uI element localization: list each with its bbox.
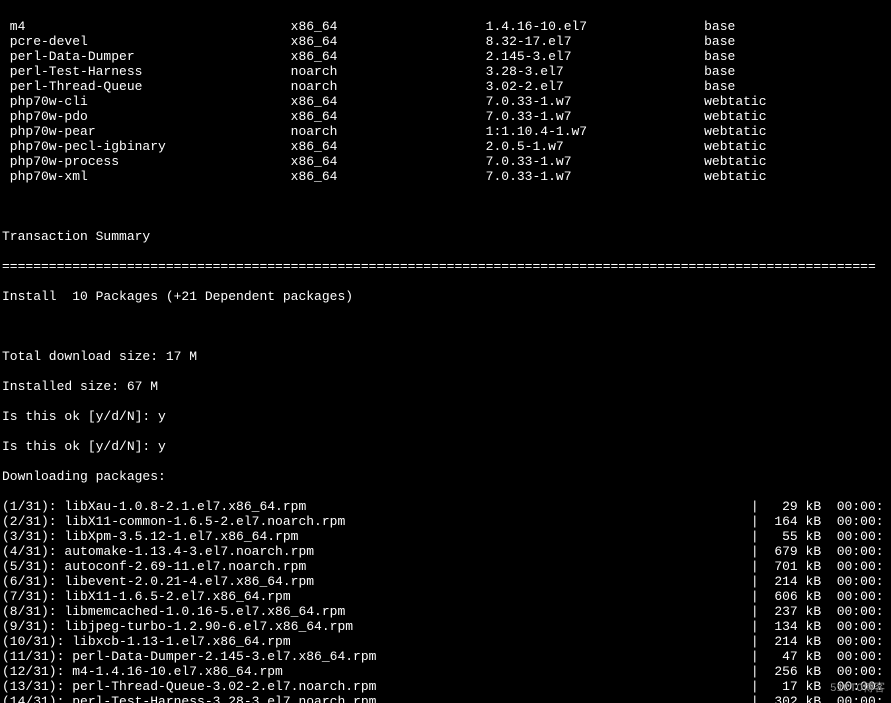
- install-line: Install 10 Packages (+21 Dependent packa…: [2, 289, 891, 304]
- package-row: perl-Data-Dumper x86_64 2.145-3.el7 base: [2, 49, 891, 64]
- package-row: php70w-xml x86_64 7.0.33-1.w7 webtatic: [2, 169, 891, 184]
- download-row: (1/31): libXau-1.0.8-2.1.el7.x86_64.rpm …: [2, 499, 891, 514]
- download-row: (3/31): libXpm-3.5.12-1.el7.x86_64.rpm |…: [2, 529, 891, 544]
- download-row: (10/31): libxcb-1.13-1.el7.x86_64.rpm | …: [2, 634, 891, 649]
- download-row: (5/31): autoconf-2.69-11.el7.noarch.rpm …: [2, 559, 891, 574]
- confirm-prompt-2[interactable]: Is this ok [y/d/N]: y: [2, 439, 891, 454]
- total-download-size: Total download size: 17 M: [2, 349, 891, 364]
- download-row: (11/31): perl-Data-Dumper-2.145-3.el7.x8…: [2, 649, 891, 664]
- download-row: (14/31): perl-Test-Harness-3.28-3.el7.no…: [2, 694, 891, 703]
- download-row: (8/31): libmemcached-1.0.16-5.el7.x86_64…: [2, 604, 891, 619]
- package-row: php70w-pear noarch 1:1.10.4-1.w7 webtati…: [2, 124, 891, 139]
- package-row: php70w-cli x86_64 7.0.33-1.w7 webtatic: [2, 94, 891, 109]
- download-row: (12/31): m4-1.4.16-10.el7.x86_64.rpm | 2…: [2, 664, 891, 679]
- rule-line: ========================================…: [2, 259, 891, 274]
- installed-size: Installed size: 67 M: [2, 379, 891, 394]
- package-row: m4 x86_64 1.4.16-10.el7 base: [2, 19, 891, 34]
- download-row: (13/31): perl-Thread-Queue-3.02-2.el7.no…: [2, 679, 891, 694]
- package-row: perl-Test-Harness noarch 3.28-3.el7 base: [2, 64, 891, 79]
- transaction-summary-header: Transaction Summary: [2, 229, 891, 244]
- download-row: (4/31): automake-1.13.4-3.el7.noarch.rpm…: [2, 544, 891, 559]
- package-row: pcre-devel x86_64 8.32-17.el7 base: [2, 34, 891, 49]
- confirm-prompt-1[interactable]: Is this ok [y/d/N]: y: [2, 409, 891, 424]
- package-row: php70w-process x86_64 7.0.33-1.w7 webtat…: [2, 154, 891, 169]
- blank-line: [2, 199, 891, 214]
- download-row: (7/31): libX11-1.6.5-2.el7.x86_64.rpm | …: [2, 589, 891, 604]
- blank-line: [2, 319, 891, 334]
- package-row: php70w-pecl-igbinary x86_64 2.0.5-1.w7 w…: [2, 139, 891, 154]
- watermark-text: 51CTO博客: [830, 682, 885, 697]
- terminal-output: m4 x86_64 1.4.16-10.el7 base pcre-devel …: [0, 0, 891, 703]
- downloading-header: Downloading packages:: [2, 469, 891, 484]
- download-row: (6/31): libevent-2.0.21-4.el7.x86_64.rpm…: [2, 574, 891, 589]
- download-row: (9/31): libjpeg-turbo-1.2.90-6.el7.x86_6…: [2, 619, 891, 634]
- package-row: perl-Thread-Queue noarch 3.02-2.el7 base: [2, 79, 891, 94]
- download-row: (2/31): libX11-common-1.6.5-2.el7.noarch…: [2, 514, 891, 529]
- package-row: php70w-pdo x86_64 7.0.33-1.w7 webtatic: [2, 109, 891, 124]
